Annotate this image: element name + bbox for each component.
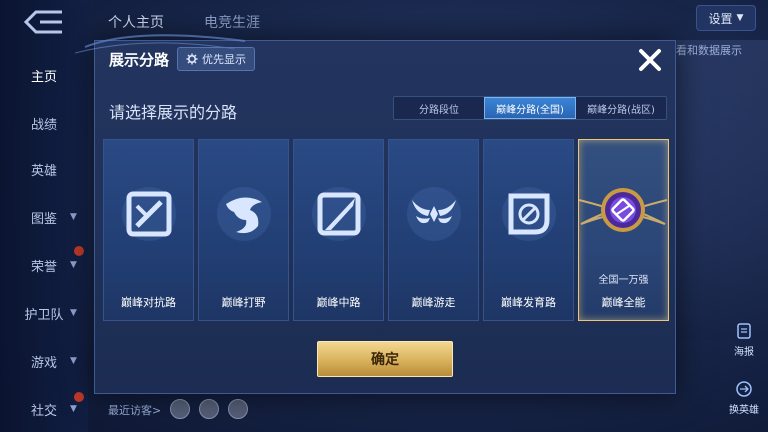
close-icon [639, 49, 661, 71]
lane-card-list: 巅峰对抗路 巅峰打野 巅峰中路 巅峰游走 巅峰发育路 全国一万强 巅峰全能 [103, 139, 669, 321]
settings-button[interactable]: 设置 ▼ [696, 5, 756, 31]
back-icon[interactable] [22, 8, 66, 36]
swap-icon [736, 381, 752, 397]
lane-type-tabs: 分路段位 巅峰分路(全国) 巅峰分路(战区) [393, 96, 667, 120]
nav-item-home[interactable]: 主页 [0, 66, 88, 85]
chevron-down-icon: ▼ [70, 212, 77, 222]
avatar[interactable] [228, 398, 249, 419]
select-lane-heading: 请选择展示的分路 [109, 103, 238, 122]
poster-label: 海报 [734, 347, 754, 358]
poster-icon [737, 323, 751, 339]
lane-card-clash[interactable]: 巅峰对抗路 [103, 139, 194, 321]
bottom-bar: 最近访客> [88, 390, 668, 432]
allround-emblem-icon [578, 188, 668, 232]
data-display-link[interactable]: 看和数据展示 [676, 42, 742, 58]
lane-card-label: 巅峰游走 [411, 296, 456, 309]
settings-label: 设置 [708, 11, 733, 26]
lane-card-roam[interactable]: 巅峰游走 [388, 139, 479, 321]
blade-icon [312, 187, 366, 241]
lane-card-label: 巅峰中路 [316, 296, 361, 309]
lane-card-label: 巅峰发育路 [501, 296, 556, 309]
poster-button[interactable]: 海报 [724, 322, 764, 358]
lane-card-mid[interactable]: 巅峰中路 [293, 139, 384, 321]
lane-card-allround[interactable]: 全国一万强 巅峰全能 [578, 139, 669, 321]
lane-card-farm[interactable]: 巅峰发育路 [483, 139, 574, 321]
chevron-down-icon: ▼ [70, 404, 77, 414]
chevron-down-icon: ▼ [70, 260, 77, 270]
nav-item-record[interactable]: 战绩 [0, 114, 88, 133]
show-lane-dialog: 展示分路 优先显示 请选择展示的分路 分路段位 巅峰分路(全国) 巅峰分路(战区… [75, 34, 676, 394]
chevron-down-icon: ▼ [70, 308, 77, 318]
lane-card-label: 巅峰打野 [221, 296, 266, 309]
rank-subtitle: 全国一万强 [598, 275, 649, 286]
tab-peak-lane-national[interactable]: 巅峰分路(全国) [484, 97, 576, 119]
close-button[interactable] [633, 43, 667, 77]
lane-card-jungle[interactable]: 巅峰打野 [198, 139, 289, 321]
sword-shield-icon [122, 187, 176, 241]
notification-badge [74, 246, 84, 256]
chevron-down-icon: ▼ [70, 356, 77, 366]
priority-display-label: 优先显示 [202, 53, 246, 66]
swap-hero-button[interactable]: 换英雄 [720, 380, 768, 416]
tab-peak-lane-region[interactable]: 巅峰分路(战区) [576, 97, 666, 119]
priority-display-button[interactable]: 优先显示 [177, 47, 255, 71]
gear-icon [186, 53, 198, 65]
archer-icon [502, 187, 556, 241]
hero-showcase [672, 40, 768, 340]
chevron-down-icon: ▼ [736, 13, 744, 23]
recent-visitors-link[interactable]: 最近访客> [108, 402, 161, 418]
lane-card-label: 巅峰对抗路 [121, 296, 176, 309]
tab-lane-rank[interactable]: 分路段位 [394, 97, 484, 119]
nav-item-hero[interactable]: 英雄 [0, 160, 88, 179]
dialog-title: 展示分路 [109, 51, 170, 69]
lane-card-label: 巅峰全能 [601, 296, 646, 309]
avatar[interactable] [199, 398, 220, 419]
swap-hero-label: 换英雄 [729, 405, 759, 416]
confirm-button[interactable]: 确定 [317, 341, 453, 377]
wings-icon [407, 187, 461, 241]
dragon-icon [217, 187, 271, 241]
notification-badge [74, 392, 84, 402]
avatar[interactable] [170, 398, 190, 419]
